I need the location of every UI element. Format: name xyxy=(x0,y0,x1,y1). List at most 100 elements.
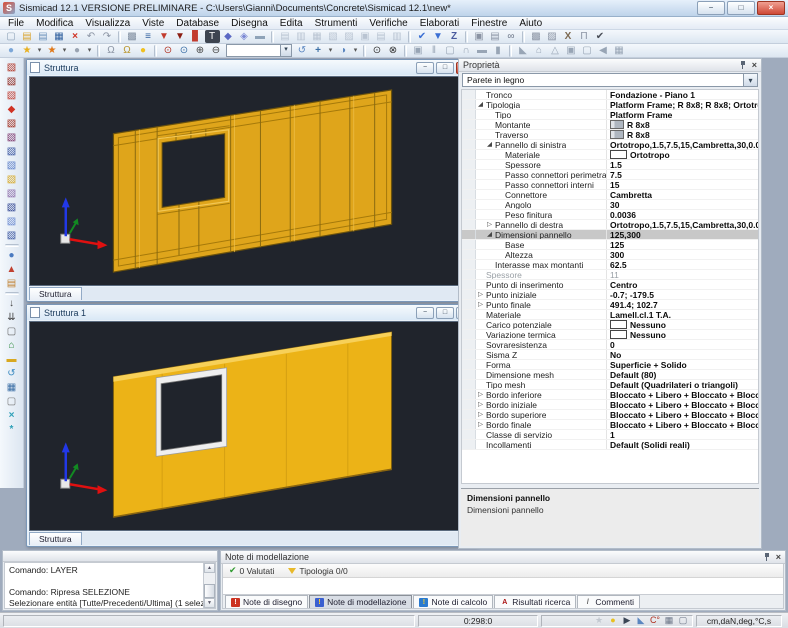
minimize-button[interactable]: − xyxy=(416,62,434,74)
auto-hide-pin-icon[interactable] xyxy=(739,61,747,69)
star-primary-icon[interactable]: ★ xyxy=(20,44,35,57)
restore-button[interactable]: □ xyxy=(436,62,454,74)
command-panel-header[interactable] xyxy=(3,551,217,562)
snapshot-icon[interactable]: ▣ xyxy=(411,44,426,57)
wall-insert-icon[interactable]: ◆ xyxy=(4,103,19,116)
star-secondary-drop-icon[interactable]: ▾ xyxy=(61,44,69,57)
menu-strumenti[interactable]: Strumenti xyxy=(309,17,364,30)
open-archive-icon[interactable]: ▤ xyxy=(36,30,51,43)
scroll-down-icon[interactable]: ▼ xyxy=(204,598,215,608)
row-expander-icon[interactable]: ▷ xyxy=(478,401,486,409)
globe-icon[interactable]: ● xyxy=(4,249,19,262)
zoom-object-icon[interactable]: ⊙ xyxy=(370,44,385,57)
window-tile-icon[interactable]: ▤ xyxy=(278,30,293,43)
scroll-up-icon[interactable]: ▲ xyxy=(204,563,215,573)
panel-close-icon[interactable]: × xyxy=(776,553,781,561)
tree-icon[interactable]: ▲ xyxy=(4,263,19,276)
wall-edit-icon[interactable]: ▧ xyxy=(4,117,19,130)
load-case-icon[interactable]: ▼ xyxy=(157,30,172,43)
combobox-arrow-icon[interactable]: ▾ xyxy=(743,74,757,86)
property-row[interactable]: ▷ Bordo iniziale Bloccato + Libero + Blo… xyxy=(462,400,758,410)
validate-icon[interactable]: ✔ xyxy=(593,30,608,43)
arch-icon[interactable]: ∩ xyxy=(459,44,474,57)
delete-icon[interactable]: × xyxy=(68,30,83,43)
property-row[interactable]: Tronco Fondazione - Piano 1 xyxy=(462,90,758,100)
bulb-icon[interactable]: ● xyxy=(136,44,151,57)
load-line-icon[interactable]: ⇊ xyxy=(4,311,19,324)
window-cascade-icon[interactable]: ▥ xyxy=(294,30,309,43)
property-row[interactable]: Base 125 xyxy=(462,240,758,250)
ramp-icon[interactable]: △ xyxy=(548,44,563,57)
print-icon[interactable]: ▤ xyxy=(488,30,503,43)
sphere-gray-icon[interactable]: ● xyxy=(70,44,85,57)
rotate-icon[interactable]: ↺ xyxy=(4,367,19,380)
viewport-window-titlebar[interactable]: Struttura − □ × xyxy=(27,60,477,75)
panel-close-icon[interactable]: × xyxy=(752,61,757,69)
row-expander-icon[interactable]: ◢ xyxy=(487,141,495,149)
scale-combobox[interactable]: ▾ xyxy=(226,44,292,57)
row-expander-icon[interactable]: ◢ xyxy=(478,101,486,109)
minimize-button[interactable]: − xyxy=(697,1,725,15)
section-box-icon[interactable]: ▢ xyxy=(443,44,458,57)
favorite-icon[interactable]: ★ xyxy=(592,615,606,626)
tab-risultati-ricerca[interactable]: A Risultati ricerca xyxy=(494,595,576,608)
zoom-window-icon[interactable]: ⊙ xyxy=(177,44,192,57)
tab-note-calcolo[interactable]: ! Note di calcolo xyxy=(413,595,493,608)
property-row[interactable]: Classe di servizio 1 xyxy=(462,430,758,440)
lamp-on-icon[interactable]: Ω xyxy=(120,44,135,57)
restore-button[interactable]: □ xyxy=(436,307,454,319)
load-point-icon[interactable]: ↓ xyxy=(4,297,19,310)
property-row[interactable]: ▷ Bordo inferiore Bloccato + Libero + Bl… xyxy=(462,390,758,400)
tab-note-modellazione[interactable]: ! Note di modellazione xyxy=(309,595,412,608)
property-row[interactable]: ◢ Tipologia Platform Frame; R 8x8; R 8x8… xyxy=(462,100,758,110)
menu-edita[interactable]: Edita xyxy=(274,17,309,30)
property-row[interactable]: ◢ Pannello di sinistra Ortotropo,1.5,7.5… xyxy=(462,140,758,150)
select-cursor-icon[interactable]: ▶ xyxy=(620,615,634,626)
new-document-icon[interactable]: ▢ xyxy=(4,30,19,43)
tab-note-disegno[interactable]: ! Note di disegno xyxy=(225,595,308,608)
box-icon[interactable]: ▢ xyxy=(580,44,595,57)
window-min-icon[interactable]: ▥ xyxy=(390,30,405,43)
zoom-previous-icon[interactable]: ⊙ xyxy=(161,44,176,57)
row-expander-icon[interactable]: ▷ xyxy=(478,291,486,299)
wall-gold-icon[interactable]: ▧ xyxy=(4,173,19,186)
cut-x-icon[interactable]: × xyxy=(4,409,19,422)
command-history[interactable]: Comando: LAYER Comando: Ripresa SELEZION… xyxy=(4,562,216,609)
tooltip-icon[interactable]: ▢ xyxy=(676,615,690,626)
property-row[interactable]: Dimensione mesh Default (80) xyxy=(462,370,758,380)
roof-icon[interactable]: ⌂ xyxy=(4,339,19,352)
photo-icon[interactable]: ▣ xyxy=(564,44,579,57)
hammers-icon[interactable]: X xyxy=(561,30,576,43)
lamp-off-icon[interactable]: Ω xyxy=(104,44,119,57)
node-icon[interactable]: ▢ xyxy=(4,325,19,338)
property-row[interactable]: Connettore Cambretta xyxy=(462,190,758,200)
property-row[interactable]: Montante R 8x8 xyxy=(462,120,758,130)
preferences-icon[interactable]: ▩ xyxy=(125,30,140,43)
undo-icon[interactable]: ↶ xyxy=(84,30,99,43)
row-expander-icon[interactable]: ▷ xyxy=(478,421,486,429)
property-row[interactable]: Carico potenziale Nessuno xyxy=(462,320,758,330)
filter-funnel-icon[interactable] xyxy=(288,568,296,574)
property-row[interactable]: Incollamenti Default (Solidi reali) xyxy=(462,440,758,450)
shading-icon[interactable]: ◑ xyxy=(336,44,351,57)
property-row[interactable]: Materiale Lamell.cl.1 T.A. xyxy=(462,310,758,320)
block-icon[interactable]: ▤ xyxy=(4,277,19,290)
clip-icon[interactable]: ‖ xyxy=(427,44,442,57)
menu-database[interactable]: Database xyxy=(170,17,225,30)
wall-steel-icon[interactable]: ▧ xyxy=(4,159,19,172)
search-icon[interactable]: ∞ xyxy=(504,30,519,43)
levels-icon[interactable]: ≡ xyxy=(141,30,156,43)
menu-elaborati[interactable]: Elaborati xyxy=(414,17,465,30)
property-row[interactable]: Sovraresistenza 0 xyxy=(462,340,758,350)
frame-icon[interactable]: ▩ xyxy=(529,30,544,43)
menu-file[interactable]: File xyxy=(2,17,30,30)
grid-snap-icon[interactable]: ▦ xyxy=(662,615,676,626)
row-expander-icon[interactable]: ▷ xyxy=(478,301,486,309)
menu-disegna[interactable]: Disegna xyxy=(225,17,274,30)
wall-timber-icon[interactable]: ▧ xyxy=(4,145,19,158)
load-combo-icon[interactable]: ▼ xyxy=(173,30,188,43)
house-icon[interactable]: ⌂ xyxy=(532,44,547,57)
layout-icon[interactable]: ▬ xyxy=(253,30,268,43)
window-horizontal-icon[interactable]: ▦ xyxy=(310,30,325,43)
restore-button[interactable]: □ xyxy=(727,1,755,15)
